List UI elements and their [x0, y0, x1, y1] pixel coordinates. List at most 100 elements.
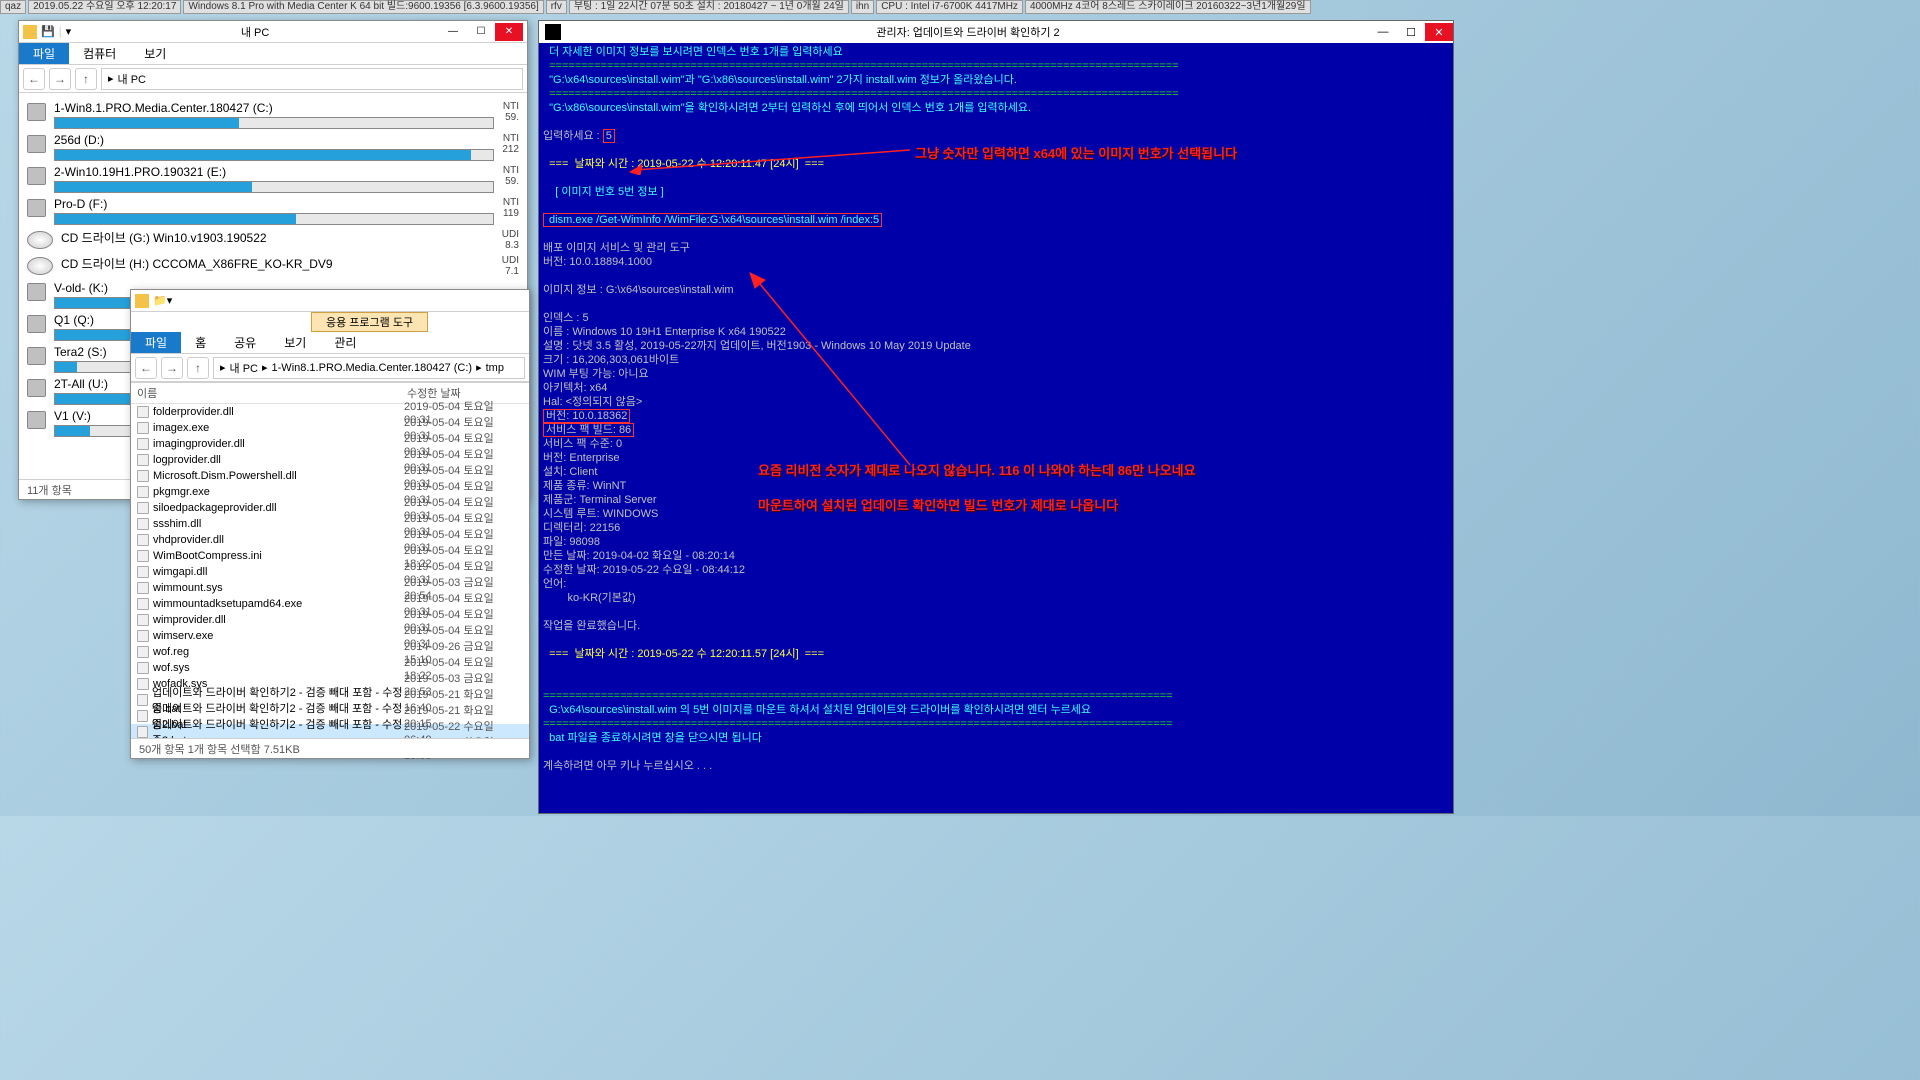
file-name: WimBootCompress.ini [153, 550, 262, 562]
cd-icon [27, 257, 53, 275]
drive-item[interactable]: 1-Win8.1.PRO.Media.Center.180427 (C:)NTI… [27, 101, 519, 129]
back-button[interactable]: ← [23, 68, 45, 90]
tab-파일[interactable]: 파일 [131, 332, 181, 353]
qat-save-icon[interactable]: 💾 [41, 25, 55, 38]
console-line [543, 199, 1449, 213]
forward-button[interactable]: → [161, 357, 183, 379]
console-line: dism.exe /Get-WimInfo /WimFile:G:\x64\so… [543, 213, 1449, 227]
drive-label: CD 드라이브 (G:) Win10.v1903.190522 [61, 229, 487, 246]
drive-item[interactable]: 256d (D:)NTI 212 [27, 133, 519, 161]
file-icon [137, 438, 149, 450]
drive-label: 1-Win8.1.PRO.Media.Center.180427 (C:) [54, 101, 494, 115]
hdd-icon [27, 379, 46, 397]
qat-icon[interactable]: 📁 [153, 294, 167, 307]
tab-홈[interactable]: 홈 [181, 332, 220, 353]
info-chip-label: ihn [851, 0, 874, 14]
drive-item[interactable]: CD 드라이브 (G:) Win10.v1903.190522UDI 8.3 [27, 229, 519, 251]
maximize-button[interactable]: ☐ [467, 23, 495, 41]
console-line [543, 675, 1449, 689]
drive-side-info: UDI 7.1 [495, 255, 519, 277]
app-tools-tab[interactable]: 응용 프로그램 도구 [311, 312, 428, 332]
console-line [543, 605, 1449, 619]
breadcrumb[interactable]: ▸내 PC [101, 68, 523, 90]
breadcrumb[interactable]: ▸내 PC▸1-Win8.1.PRO.Media.Center.180427 (… [213, 357, 525, 379]
ribbon-tabs: 파일컴퓨터보기 [19, 43, 527, 65]
file-name: folderprovider.dll [153, 406, 234, 418]
usage-bar [54, 117, 494, 129]
titlebar[interactable]: 관리자: 업데이트와 드라이버 확인하기 2 — ☐ ✕ [539, 21, 1453, 43]
folder-icon [23, 25, 37, 39]
file-name: wimmountadksetupamd64.exe [153, 598, 302, 610]
crumb[interactable]: ▸ [106, 72, 116, 85]
crumb[interactable]: 내 PC [116, 71, 148, 87]
file-icon [137, 406, 149, 418]
status-bar: 50개 항목 1개 항목 선택함 7.51KB [131, 738, 529, 758]
usage-bar [54, 149, 494, 161]
file-name: imagex.exe [153, 422, 209, 434]
drive-item[interactable]: 2-Win10.19H1.PRO.190321 (E:) NTI 59. [27, 165, 519, 193]
col-name[interactable]: 이름 [131, 383, 401, 403]
file-name: wimprovider.dll [153, 614, 226, 626]
console-line: [ 이미지 번호 5번 정보 ] [543, 185, 1449, 199]
titlebar[interactable]: 💾 | ▾ 내 PC — ☐ ✕ [19, 21, 527, 43]
info-chip: 부팅 : 1일 22시간 07분 50초 설치 : 20180427 ~ 1년 … [569, 0, 849, 14]
console-line: 제품 종류: WinNT [543, 479, 1449, 493]
hdd-icon [27, 135, 46, 153]
arrow-2 [640, 270, 920, 470]
console-line: 배포 이미지 서비스 및 관리 도구 [543, 241, 1449, 255]
tab-관리[interactable]: 관리 [320, 332, 370, 353]
up-button[interactable]: ↑ [187, 357, 209, 379]
close-button[interactable]: ✕ [495, 23, 523, 41]
cd-icon [27, 231, 53, 249]
tab-공유[interactable]: 공유 [220, 332, 270, 353]
up-button[interactable]: ↑ [75, 68, 97, 90]
tab-컴퓨터[interactable]: 컴퓨터 [69, 43, 130, 64]
crumb[interactable]: 내 PC [228, 360, 260, 376]
hdd-icon [27, 347, 46, 365]
drive-label: 2-Win10.19H1.PRO.190321 (E:) [54, 165, 494, 179]
back-button[interactable]: ← [135, 357, 157, 379]
tab-보기[interactable]: 보기 [130, 43, 180, 64]
contextual-tab-strip: 응용 프로그램 도구 [131, 312, 529, 332]
file-name: wof.reg [153, 646, 189, 658]
drive-side-info: NTI 59. [502, 165, 519, 187]
maximize-button[interactable]: ☐ [1397, 23, 1425, 41]
qat-dropdown-icon[interactable]: ▾ [167, 294, 173, 307]
forward-button[interactable]: → [49, 68, 71, 90]
file-name: Microsoft.Dism.Powershell.dll [153, 470, 297, 482]
console-line: 만든 날짜: 2019-04-02 화요일 - 08:20:14 [543, 549, 1449, 563]
crumb[interactable]: ▸ [218, 361, 228, 374]
crumb[interactable]: ▸ [474, 361, 484, 374]
close-button[interactable]: ✕ [1425, 23, 1453, 41]
annotation-2: 요즘 리비전 숫자가 제대로 나오지 않습니다. 116 이 나와야 하는데 8… [758, 460, 1196, 479]
hdd-icon [27, 315, 46, 333]
console-line: 더 자세한 이미지 정보를 보시려면 인덱스 번호 1개를 입력하세요 [543, 45, 1449, 59]
console-line: 언어: [543, 577, 1449, 591]
titlebar[interactable]: 📁 ▾ [131, 290, 529, 312]
console-line: 수정한 날짜: 2019-05-22 수요일 - 08:44:12 [543, 563, 1449, 577]
console-line [543, 227, 1449, 241]
address-bar: ← → ↑ ▸내 PC▸1-Win8.1.PRO.Media.Center.18… [131, 354, 529, 382]
drive-item[interactable]: CD 드라이브 (H:) CCCOMA_X86FRE_KO-KR_DV9UDI … [27, 255, 519, 277]
file-icon [137, 646, 149, 658]
file-icon [137, 662, 149, 674]
annotation-1: 그냥 숫자만 입력하면 x64에 있는 이미지 번호가 선택됩니다 [915, 143, 1237, 162]
minimize-button[interactable]: — [1369, 23, 1397, 41]
folder-icon [135, 294, 149, 308]
info-chip: 4000MHz 4코어 8스레드 스카이레이크 20160322~3년1개월29… [1025, 0, 1311, 14]
tab-파일[interactable]: 파일 [19, 43, 69, 64]
console-line [543, 745, 1449, 759]
console-line [543, 633, 1449, 647]
info-chip-label: qaz [0, 0, 26, 14]
drive-item[interactable]: Pro-D (F:)NTI 119 [27, 197, 519, 225]
address-bar: ← → ↑ ▸내 PC [19, 65, 527, 93]
info-chip-label: rfv [546, 0, 567, 14]
crumb[interactable]: tmp [484, 362, 506, 374]
console-line: 디렉터리: 22156 [543, 521, 1449, 535]
crumb[interactable]: ▸ [260, 361, 270, 374]
desktop-info-bar: qaz2019.05.22 수요일 오후 12:20:17Windows 8.1… [0, 0, 1456, 14]
minimize-button[interactable]: — [439, 23, 467, 41]
file-name: ssshim.dll [153, 518, 201, 530]
tab-보기[interactable]: 보기 [270, 332, 320, 353]
crumb[interactable]: 1-Win8.1.PRO.Media.Center.180427 (C:) [270, 362, 475, 374]
